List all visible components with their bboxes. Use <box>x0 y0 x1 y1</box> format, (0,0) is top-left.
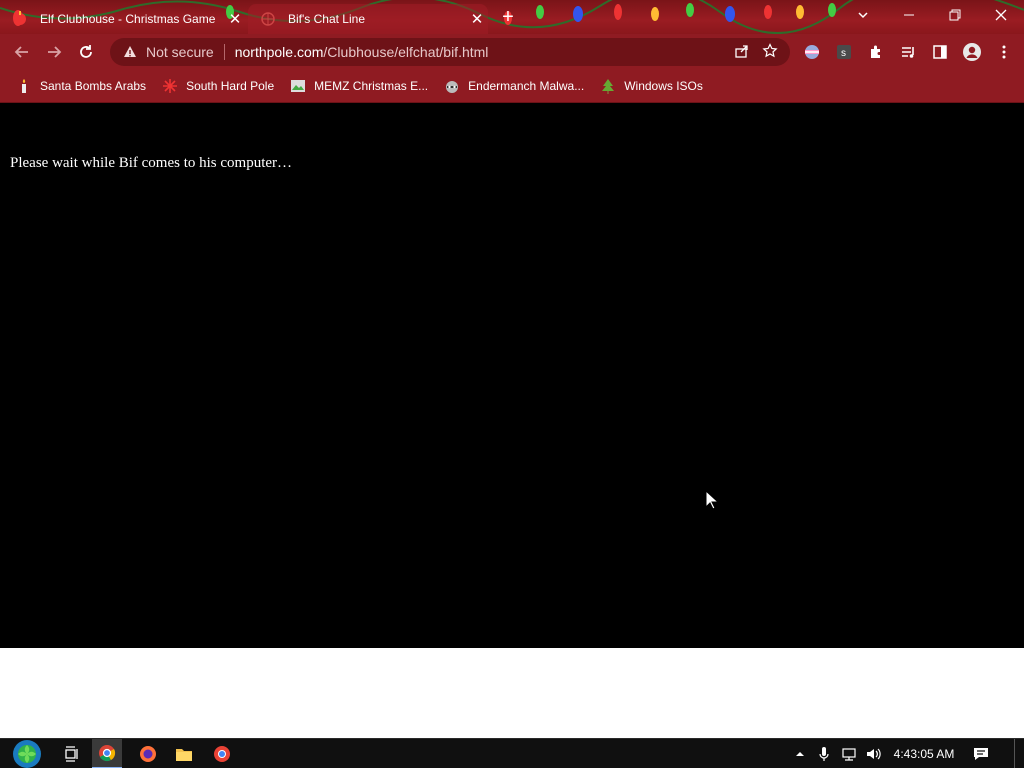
bookmark-memz-christmas[interactable]: MEMZ Christmas E... <box>282 72 436 100</box>
browser-title-bar: Elf Clubhouse - Christmas Game ✕ Bif's C… <box>0 0 1024 34</box>
task-view-button[interactable] <box>58 739 86 768</box>
minimize-button[interactable] <box>886 0 932 30</box>
share-icon[interactable] <box>734 43 750 62</box>
security-label[interactable]: Not secure <box>146 44 214 60</box>
bookmark-star-icon[interactable] <box>762 42 778 62</box>
bookmark-label: South Hard Pole <box>186 79 275 93</box>
taskbar-clock[interactable]: 4:43:05 AM <box>886 739 962 768</box>
microphone-icon[interactable] <box>814 739 834 768</box>
warning-icon[interactable] <box>122 44 138 60</box>
page-viewport: Please wait while Bif comes to his compu… <box>0 103 1024 648</box>
bookmark-label: Windows ISOs <box>624 79 703 93</box>
tab-search-chevron-icon[interactable] <box>840 0 886 30</box>
bookmarks-bar: Santa Bombs Arabs South Hard Pole MEMZ C… <box>0 70 1024 103</box>
network-icon[interactable] <box>838 739 860 768</box>
taskbar-file-explorer-icon[interactable] <box>170 739 198 768</box>
puzzle-extensions-icon[interactable] <box>860 36 892 68</box>
address-bar[interactable]: Not secure northpole.com/Clubhouse/elfch… <box>110 38 790 66</box>
menu-kebab-icon[interactable] <box>988 36 1020 68</box>
tab-title: Elf Clubhouse - Christmas Game <box>40 12 216 26</box>
tab-bifs-chat-line[interactable]: Bif's Chat Line ✕ <box>248 4 488 34</box>
start-button[interactable] <box>8 739 46 768</box>
page-empty-area <box>0 648 1024 738</box>
back-button[interactable] <box>6 36 38 68</box>
action-center-icon[interactable] <box>968 739 994 768</box>
taskbar-firefox-icon[interactable] <box>134 739 162 768</box>
extension-icons: s <box>796 36 1020 68</box>
taskbar-chrome-alt-icon[interactable] <box>208 739 236 768</box>
bookmark-label: MEMZ Christmas E... <box>314 79 429 93</box>
close-window-button[interactable] <box>978 0 1024 30</box>
snowflake-icon <box>162 78 178 94</box>
bookmark-south-hard-pole[interactable]: South Hard Pole <box>154 72 282 100</box>
new-tab-button[interactable]: + <box>496 7 520 29</box>
side-panel-icon[interactable] <box>924 36 956 68</box>
media-control-icon[interactable] <box>892 36 924 68</box>
url-path: /Clubhouse/elfchat/bif.html <box>323 44 489 60</box>
waiting-message: Please wait while Bif comes to his compu… <box>10 155 293 171</box>
reload-button[interactable] <box>70 36 102 68</box>
close-tab-icon[interactable]: ✕ <box>466 10 488 28</box>
profile-avatar-icon[interactable] <box>956 36 988 68</box>
restore-button[interactable] <box>932 0 978 30</box>
show-hidden-icons-chevron-icon[interactable] <box>792 739 808 768</box>
candle-icon <box>16 78 32 94</box>
raccoon-icon <box>444 78 460 94</box>
tree-icon <box>600 78 616 94</box>
flag-extension-icon[interactable] <box>796 36 828 68</box>
omnibox-divider <box>223 44 225 60</box>
bookmark-endermanch-malware[interactable]: Endermanch Malwa... <box>436 72 592 100</box>
lights-favicon-icon <box>12 11 28 27</box>
taskbar-chrome-icon[interactable] <box>92 739 122 768</box>
windows-taskbar: 4:43:05 AM <box>0 738 1024 768</box>
svg-text:s: s <box>841 48 846 59</box>
bookmark-label: Endermanch Malwa... <box>468 79 585 93</box>
s-extension-icon[interactable]: s <box>828 36 860 68</box>
globe-favicon-icon <box>260 11 276 27</box>
browser-toolbar: Not secure northpole.com/Clubhouse/elfch… <box>0 34 1024 70</box>
bookmark-santa-bombs-arabs[interactable]: Santa Bombs Arabs <box>8 72 154 100</box>
bookmark-label: Santa Bombs Arabs <box>40 79 147 93</box>
url-host: northpole.com <box>234 44 324 60</box>
tab-title: Bif's Chat Line <box>288 12 365 26</box>
bookmark-windows-isos[interactable]: Windows ISOs <box>592 72 711 100</box>
volume-icon[interactable] <box>862 739 884 768</box>
forward-button[interactable] <box>38 36 70 68</box>
mouse-pointer-icon <box>705 490 719 510</box>
tab-elf-clubhouse[interactable]: Elf Clubhouse - Christmas Game ✕ <box>0 4 246 34</box>
image-icon <box>290 78 306 94</box>
close-tab-icon[interactable]: ✕ <box>224 10 246 28</box>
show-desktop-button[interactable] <box>1014 739 1022 768</box>
